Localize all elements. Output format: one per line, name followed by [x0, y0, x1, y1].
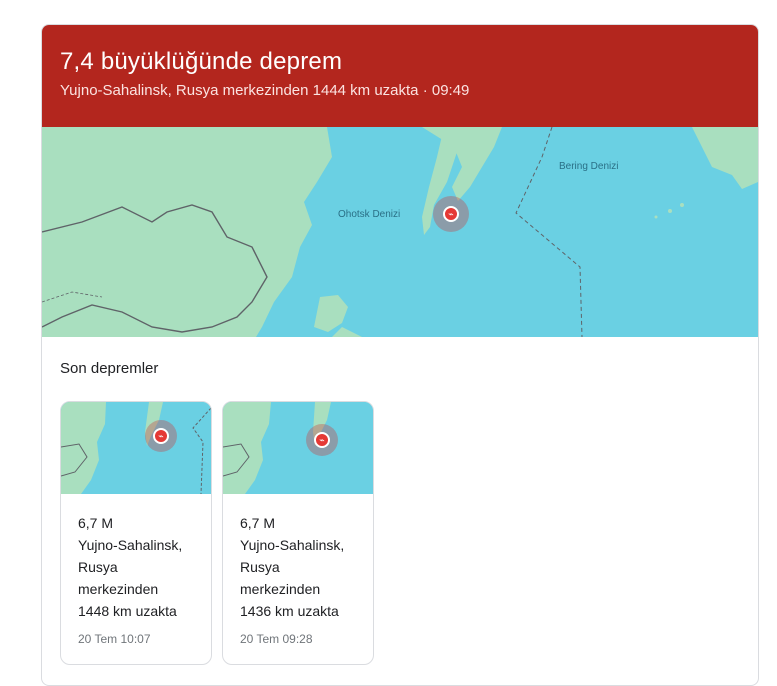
earthquake-map[interactable]: Ohotsk Denizi Bering Denizi ⌁	[42, 127, 758, 337]
recent-quake-location-line: Yujno-Sahalinsk,	[78, 537, 183, 553]
recent-quake-location: Yujno-Sahalinsk, Rusya merkezinden 1448 …	[78, 534, 194, 622]
recent-quake-location-line: 1448 km uzakta	[78, 603, 177, 619]
map-label-okhotsk: Ohotsk Denizi	[338, 209, 401, 220]
recent-quake-card[interactable]: ⌁ 6,7 M Yujno-Sahalinsk, Rusya merkezind…	[60, 401, 212, 665]
alert-header: 7,4 büyüklüğünde deprem Yujno-Sahalinsk,…	[42, 25, 758, 127]
earthquake-card: 7,4 büyüklüğünde deprem Yujno-Sahalinsk,…	[41, 24, 759, 686]
recent-quake-location-line: Rusya	[78, 559, 118, 575]
recent-quake-location-line: Rusya	[240, 559, 280, 575]
recent-quake-map-background	[61, 402, 211, 494]
recent-quakes-list: ⌁ 6,7 M Yujno-Sahalinsk, Rusya merkezind…	[60, 401, 740, 665]
recent-quake-location: Yujno-Sahalinsk, Rusya merkezinden 1436 …	[240, 534, 356, 622]
recent-quake-icon: ⌁	[314, 432, 330, 448]
recent-quake-time: 20 Tem 09:28	[240, 632, 313, 646]
recent-quake-icon: ⌁	[153, 428, 169, 444]
earthquake-title: 7,4 büyüklüğünde deprem	[60, 48, 343, 75]
recent-quake-magnitude: 6,7 M	[78, 515, 114, 531]
recent-quakes-title: Son depremler	[60, 360, 159, 377]
recent-quake-location-line: merkezinden	[78, 581, 159, 597]
recent-quake-time: 20 Tem 10:07	[78, 632, 151, 646]
recent-quake-map: ⌁	[223, 402, 373, 494]
recent-quake-location-line: Yujno-Sahalinsk,	[240, 537, 345, 553]
epicenter-icon: ⌁	[443, 206, 459, 222]
recent-quake-location-line: merkezinden	[240, 581, 321, 597]
recent-quake-magnitude: 6,7 M	[240, 515, 276, 531]
recent-quakes-section: Son depremler ⌁ 6,7 M Yujno-Sahalinsk, R…	[42, 359, 758, 665]
recent-quake-location-line: 1436 km uzakta	[240, 603, 339, 619]
recent-quake-map: ⌁	[61, 402, 211, 494]
earthquake-subtitle: Yujno-Sahalinsk, Rusya merkezinden 1444 …	[60, 82, 470, 99]
recent-quake-card[interactable]: ⌁ 6,7 M Yujno-Sahalinsk, Rusya merkezind…	[222, 401, 374, 665]
map-background	[42, 127, 758, 337]
recent-quake-map-background	[223, 402, 373, 494]
map-label-bering: Bering Denizi	[559, 161, 619, 172]
